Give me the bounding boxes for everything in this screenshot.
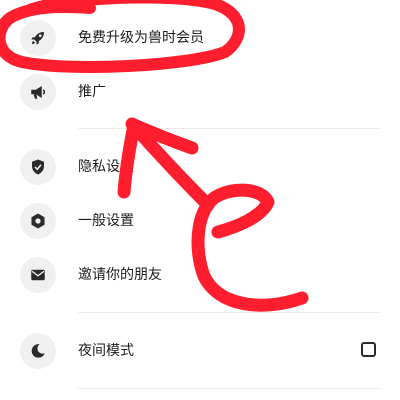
night-mode-checkbox[interactable] (361, 342, 376, 357)
menu-item-general-settings[interactable]: 一般设置 (0, 196, 400, 246)
shield-icon-container (20, 149, 56, 185)
gear-icon (31, 213, 45, 229)
menu-item-label: 夜间模式 (78, 343, 134, 359)
menu-item-upgrade[interactable]: 免费升级为兽时会员 (0, 13, 400, 63)
menu-item-label: 推广 (78, 84, 106, 100)
envelope-icon-container (20, 257, 56, 293)
menu-item-label: 一般设置 (78, 213, 134, 229)
section-divider (78, 388, 380, 389)
rocket-icon (31, 32, 44, 45)
envelope-icon (31, 269, 45, 281)
menu-item-label: 免费升级为兽时会员 (78, 30, 204, 46)
menu-item-invite-friends[interactable]: 邀请你的朋友 (0, 250, 400, 300)
gear-icon-container (20, 203, 56, 239)
section-divider (78, 128, 380, 129)
menu-item-privacy-settings[interactable]: 隐私设置 (0, 142, 400, 192)
section-divider (78, 312, 380, 313)
menu-item-label: 隐私设置 (78, 159, 134, 175)
menu-item-label: 邀请你的朋友 (78, 267, 162, 283)
menu-item-night-mode[interactable]: 夜间模式 (0, 326, 400, 376)
shield-check-icon (32, 159, 44, 175)
moon-icon-container (20, 333, 56, 369)
rocket-icon-container (20, 20, 56, 56)
megaphone-icon (31, 86, 46, 99)
settings-screen: 免费升级为兽时会员 推广 隐私设置 一般设置 邀请你的朋友 夜间模式 (0, 0, 400, 400)
moon-icon (31, 344, 45, 358)
menu-item-promote[interactable]: 推广 (0, 67, 400, 117)
megaphone-icon-container (20, 74, 56, 110)
